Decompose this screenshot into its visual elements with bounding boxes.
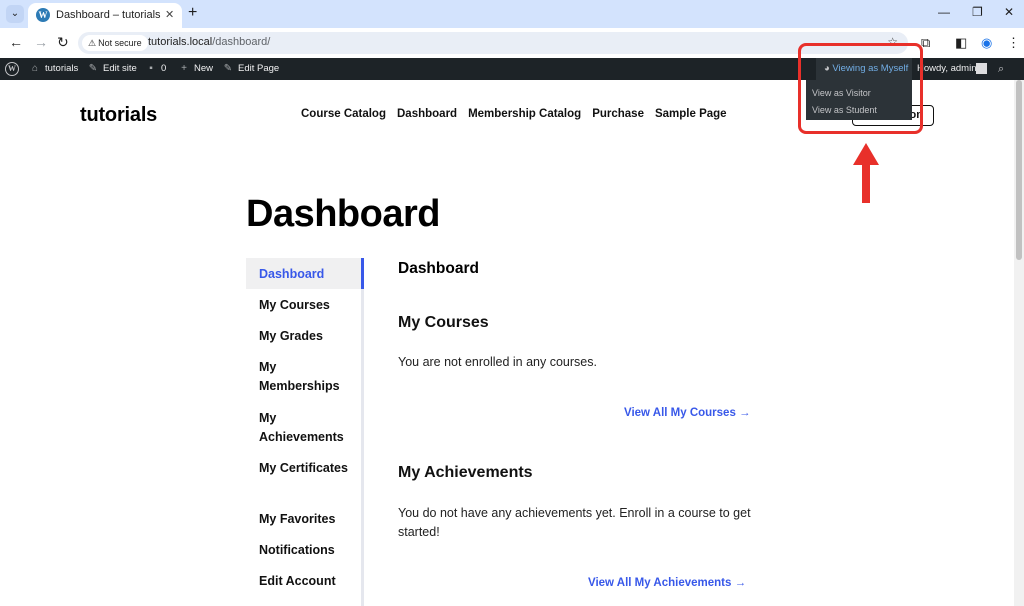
security-label: Not secure: [98, 38, 142, 48]
adminbar-site-name[interactable]: ⌂ tutorials: [29, 58, 78, 80]
sidebar-item-notifications[interactable]: Notifications: [259, 541, 335, 560]
security-chip[interactable]: ⚠ Not secure: [82, 35, 148, 51]
adminbar-edit-page-label: Edit Page: [238, 63, 280, 74]
adminbar-new-label: New: [194, 63, 214, 74]
comment-bubble-icon: ▪: [149, 63, 153, 74]
dashboard-gauge-icon: ⌂: [31, 63, 39, 74]
my-achievements-heading: My Achievements: [398, 464, 533, 481]
new-tab-button[interactable]: +: [188, 4, 197, 22]
view-all-achievements-link[interactable]: View All My Achievements →: [588, 577, 746, 589]
url-path: /dashboard/: [212, 36, 271, 48]
annotation-arrow-icon: [853, 143, 879, 203]
adminbar-comments[interactable]: ▪ 0: [145, 58, 166, 80]
content-heading: Dashboard: [398, 260, 479, 277]
wordpress-favicon-icon: W: [36, 8, 50, 22]
page-title: Dashboard: [246, 193, 440, 235]
sidebar-item-my-certificates[interactable]: My Certificates: [259, 459, 354, 478]
adminbar-edit-page[interactable]: ✎ Edit Page: [222, 58, 279, 80]
sidebar-active-indicator: [361, 258, 364, 289]
forward-icon[interactable]: →: [34, 34, 48, 50]
restore-icon[interactable]: ❐: [972, 5, 983, 19]
plus-icon: +: [181, 63, 187, 74]
side-panel-icon[interactable]: ◧: [955, 35, 967, 51]
address-bar[interactable]: ⚠ Not secure tutorials.local/dashboard/ ☆: [78, 32, 908, 54]
sidebar-item-my-achievements[interactable]: My Achievements: [259, 409, 354, 447]
tab-close-icon[interactable]: ✕: [165, 8, 174, 21]
avatar[interactable]: [976, 63, 987, 74]
sidebar-item-my-memberships[interactable]: My Memberships: [259, 358, 354, 396]
adminbar-edit-site[interactable]: ✎ Edit site: [87, 58, 137, 80]
nav-membership-catalog[interactable]: Membership Catalog: [468, 108, 581, 120]
url-host: tutorials.local: [148, 36, 213, 48]
annotation-highlight-box: [798, 43, 923, 134]
browser-menu-icon[interactable]: ⋮: [1007, 35, 1020, 51]
scrollbar-thumb[interactable]: [1016, 80, 1022, 260]
profile-icon[interactable]: ◉: [981, 35, 992, 51]
pencil-icon: ✎: [223, 63, 233, 74]
back-icon[interactable]: ←: [9, 34, 23, 50]
tab-search-button[interactable]: ⌄: [6, 5, 24, 23]
adminbar-site-label: tutorials: [45, 63, 79, 74]
nav-sample-page[interactable]: Sample Page: [655, 108, 727, 120]
sidebar-item-my-favorites[interactable]: My Favorites: [259, 510, 335, 529]
site-title[interactable]: tutorials: [80, 104, 157, 127]
my-achievements-text: You do not have any achievements yet. En…: [398, 506, 751, 539]
adminbar-howdy[interactable]: Howdy, admin: [917, 58, 977, 80]
my-courses-text: You are not enrolled in any courses.: [398, 355, 597, 369]
nav-dashboard[interactable]: Dashboard: [397, 108, 457, 120]
dashboard-sidebar: Dashboard My Courses My Grades My Member…: [246, 258, 364, 606]
page-scrollbar[interactable]: [1014, 80, 1024, 606]
adminbar-new[interactable]: + New: [178, 58, 213, 80]
sidebar-item-my-grades[interactable]: My Grades: [259, 327, 323, 346]
minimize-icon[interactable]: —: [938, 5, 950, 19]
sidebar-item-my-courses[interactable]: My Courses: [259, 296, 330, 315]
reload-icon[interactable]: ↻: [57, 34, 69, 51]
search-icon[interactable]: ⌕: [998, 58, 1004, 80]
view-all-courses-link[interactable]: View All My Courses →: [624, 407, 751, 419]
nav-course-catalog[interactable]: Course Catalog: [301, 108, 386, 120]
browser-tab-bar: ⌄ W Dashboard – tutorials ✕ + — ❐ ✕: [0, 0, 1024, 28]
adminbar-comments-count: 0: [161, 63, 167, 74]
wordpress-logo-icon[interactable]: W: [5, 62, 19, 76]
sidebar-item-edit-account[interactable]: Edit Account: [259, 572, 336, 591]
my-courses-heading: My Courses: [398, 314, 489, 331]
adminbar-edit-site-label: Edit site: [103, 63, 137, 74]
warning-icon: ⚠: [88, 38, 97, 48]
nav-purchase[interactable]: Purchase: [592, 108, 644, 120]
browser-tab[interactable]: W Dashboard – tutorials ✕: [28, 3, 182, 28]
close-window-icon[interactable]: ✕: [1004, 5, 1014, 19]
url-text[interactable]: tutorials.local/dashboard/: [148, 36, 270, 48]
tab-title: Dashboard – tutorials: [56, 9, 161, 21]
main-navigation: Course Catalog Dashboard Membership Catalo…: [301, 108, 738, 120]
sidebar-item-dashboard[interactable]: Dashboard: [259, 265, 324, 284]
brush-icon: ✎: [88, 63, 98, 74]
